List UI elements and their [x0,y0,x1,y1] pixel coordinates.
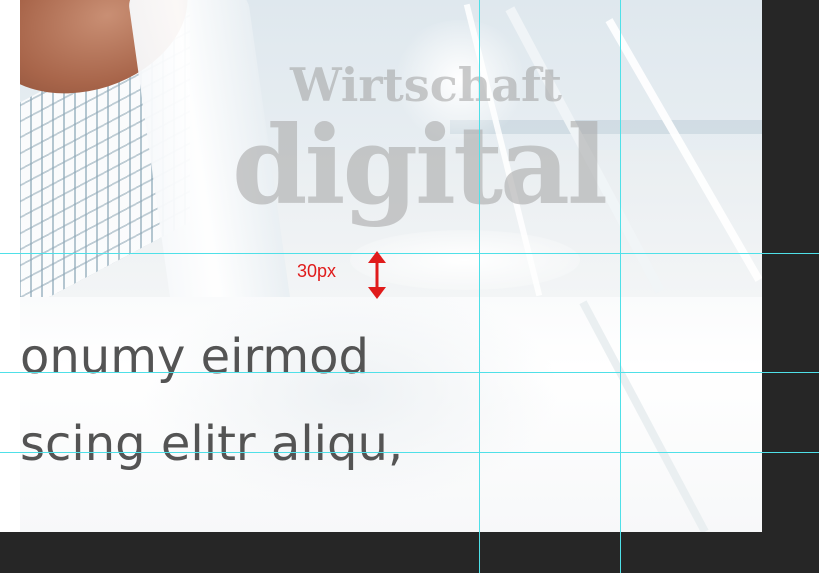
double-arrow-icon [368,251,386,299]
horizontal-guide[interactable] [0,253,819,254]
vertical-guide[interactable] [620,0,621,573]
body-text-line-1[interactable]: onumy eirmod [20,333,369,381]
spacing-measure-label: 30px [297,261,337,281]
pasteboard-right [762,0,819,573]
vertical-guide[interactable] [479,0,480,573]
logo-wordmark-bottom: digital [232,103,608,229]
logo-wordmark-top: Wirtschaft [290,58,563,112]
horizontal-guide[interactable] [0,452,819,453]
horizontal-guide[interactable] [0,372,819,373]
body-text-line-2[interactable]: scing elitr aliqu, [20,420,403,468]
pasteboard-bottom [0,532,819,573]
background-ghost-line [579,300,709,532]
design-canvas-view: Wirtschaft digital onumy eirmod scing el… [0,0,819,573]
